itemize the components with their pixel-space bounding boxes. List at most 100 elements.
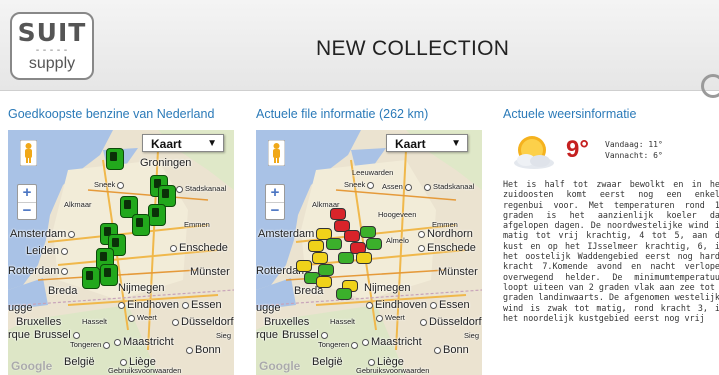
logo-line1: SUIT — [17, 18, 87, 47]
zoom-out-button[interactable]: − — [18, 202, 36, 220]
city-dusseldorf: Düsseldorf — [181, 316, 234, 328]
city-label: Weert — [126, 313, 157, 322]
city-label: Düsseldorf — [418, 316, 482, 328]
terms-link[interactable]: Gebruiksvoorwaarden — [108, 366, 181, 375]
city-rque: rque — [256, 329, 279, 341]
city-label: Hasselt — [82, 317, 107, 326]
city-label: Sieg — [216, 331, 231, 340]
city-label: Sneek — [344, 180, 376, 189]
city-label: Maastricht — [112, 336, 174, 348]
city-stadskanaal: Stadskanaal — [433, 182, 475, 191]
zoom-in-button[interactable]: + — [266, 185, 284, 202]
city-label: Stadskanaal — [174, 184, 226, 193]
city-sneek: Sneek — [344, 180, 366, 189]
logo-line2: supply — [28, 55, 76, 72]
traffic-jam-marker[interactable] — [336, 288, 352, 300]
fuel-station-marker[interactable] — [100, 264, 118, 286]
city-label: Breda — [48, 285, 77, 297]
traffic-jam-marker[interactable] — [360, 226, 376, 238]
partly-cloudy-icon — [514, 136, 554, 169]
city-assen: Assen — [382, 182, 403, 191]
city-amsterdam: Amsterdam — [258, 228, 315, 240]
city-label: Amsterdam — [10, 228, 77, 240]
fuel-section-title: Goedkoopste benzine van Nederland — [8, 107, 215, 121]
traffic-jam-marker[interactable] — [312, 252, 328, 264]
logo-separator: ----- — [34, 45, 70, 56]
city-bonn: Bonn — [195, 344, 221, 356]
city-maastricht: Maastricht — [371, 336, 422, 348]
traffic-jam-marker[interactable] — [296, 260, 312, 272]
fuel-station-marker[interactable] — [148, 204, 166, 226]
traffic-jam-marker[interactable] — [338, 252, 354, 264]
traffic-jam-marker[interactable] — [344, 230, 360, 242]
city-amsterdam: Amsterdam — [10, 228, 67, 240]
dropdown-arrow-icon: ▼ — [207, 138, 217, 149]
city-belgie: België — [312, 356, 343, 368]
city-weert: Weert — [385, 313, 405, 322]
city-brussel: Brussel — [282, 329, 319, 341]
city-rque: rque — [8, 329, 31, 341]
city-tongeren: Tongeren — [318, 340, 350, 349]
suitsupply-logo[interactable]: SUIT ----- supply — [10, 12, 94, 80]
city-groningen: Groningen — [140, 157, 192, 169]
city-nordhorn: Nordhorn — [427, 228, 473, 240]
city-eindhoven: Eindhoven — [375, 299, 427, 311]
fuel-station-marker[interactable] — [132, 214, 150, 236]
city-label: Nordhorn — [416, 228, 473, 240]
terms-link[interactable]: Gebruiksvoorwaarden — [356, 366, 429, 375]
zoom-in-button[interactable]: + — [18, 185, 36, 202]
city-belgie: België — [64, 356, 95, 368]
city-label: Groningen — [140, 157, 191, 169]
map-type-label: Kaart — [395, 137, 426, 151]
city-leeuwarden: Leeuwarden — [352, 168, 394, 177]
forecast-summary: Vandaag: 11° Vannacht: 6° — [605, 139, 663, 161]
traffic-jam-marker[interactable] — [356, 252, 372, 264]
city-label: Essen — [180, 299, 222, 311]
map-type-select[interactable]: Kaart ▼ — [142, 134, 224, 152]
city-label: Münster — [190, 266, 230, 278]
fuel-station-marker[interactable] — [82, 267, 100, 289]
city-label: Eindhoven — [116, 299, 179, 311]
pegman-icon[interactable] — [268, 140, 285, 166]
city-label: Tongeren — [318, 340, 360, 349]
today-temperature: Vandaag: 11° — [605, 140, 663, 149]
city-dusseldorf: Düsseldorf — [429, 316, 482, 328]
city-rotterdam: Rotterdam — [8, 265, 60, 277]
city-alkmaar: Alkmaar — [64, 200, 92, 209]
city-essen: Essen — [439, 299, 470, 311]
zoom-out-button[interactable]: − — [266, 202, 284, 220]
traffic-map[interactable]: + − Kaart ▼ Leeuwarden Sneek Assen Stads… — [256, 130, 482, 375]
city-essen: Essen — [191, 299, 222, 311]
city-sieg: Sieg — [464, 331, 480, 340]
fuel-map[interactable]: + − Kaart ▼ Groningen Sneek Stadskanaal … — [8, 130, 234, 375]
current-temperature: 9° — [566, 136, 589, 163]
city-leiden: Leiden — [26, 245, 60, 257]
city-enschede: Enschede — [427, 242, 476, 254]
traffic-jam-marker[interactable] — [326, 238, 342, 250]
city-hasselt: Hasselt — [330, 317, 356, 326]
traffic-jam-marker[interactable] — [330, 208, 346, 220]
traffic-jam-marker[interactable] — [316, 276, 332, 288]
fuel-station-marker[interactable] — [106, 148, 124, 170]
city-label: Düsseldorf — [170, 316, 234, 328]
city-label: Bruxelles — [264, 316, 309, 328]
city-label: Maastricht — [360, 336, 422, 348]
traffic-jam-marker[interactable] — [318, 264, 334, 276]
traffic-jam-marker[interactable] — [308, 240, 324, 252]
header-banner: SUIT ----- supply NEW COLLECTION — [0, 0, 719, 98]
map-type-select[interactable]: Kaart ▼ — [386, 134, 468, 152]
weather-description: Het is half tot zwaar bewolkt en in het … — [503, 179, 719, 323]
traffic-jam-marker[interactable] — [366, 238, 382, 250]
google-logo: Google — [11, 359, 53, 373]
dropdown-arrow-icon: ▼ — [451, 138, 461, 149]
city-label: Leeuwarden — [352, 168, 393, 177]
city-label: Gebruiksvoorwaarden — [356, 366, 429, 375]
pegman-icon[interactable] — [20, 140, 37, 166]
city-label: ugge — [256, 302, 280, 314]
banner-title[interactable]: NEW COLLECTION — [316, 37, 509, 61]
city-weert: Weert — [137, 313, 157, 322]
tonight-temperature: Vannacht: 6° — [605, 151, 663, 160]
city-enschede: Enschede — [179, 242, 228, 254]
city-label: Assen — [382, 182, 414, 191]
city-label: ugge — [8, 302, 32, 314]
